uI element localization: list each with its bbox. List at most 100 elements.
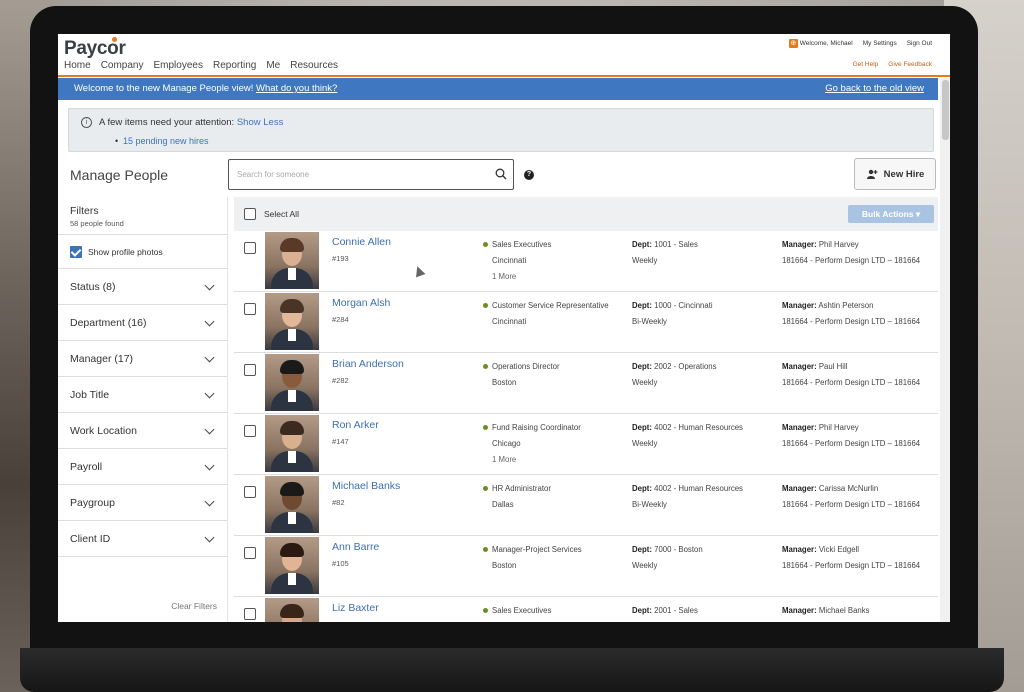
show-photos-checkbox[interactable] bbox=[70, 245, 82, 258]
nav-me[interactable]: Me bbox=[266, 60, 280, 71]
pay-frequency: Weekly bbox=[632, 256, 658, 265]
status-dot-icon bbox=[483, 364, 488, 369]
person-name[interactable]: Michael Banks bbox=[332, 480, 400, 492]
sign-out-link[interactable]: Sign Out bbox=[907, 40, 932, 47]
manager-label: Manager: bbox=[782, 301, 817, 310]
filter-label: Payroll bbox=[70, 460, 103, 473]
profile-photo[interactable] bbox=[265, 354, 319, 411]
my-settings-link[interactable]: My Settings bbox=[863, 40, 897, 47]
paycor-logo[interactable]: Paycor bbox=[64, 38, 126, 60]
manager-label: Manager: bbox=[782, 423, 817, 432]
photo-shirt bbox=[288, 512, 296, 524]
welcome-banner: Welcome to the new Manage People view! W… bbox=[58, 78, 938, 100]
row-checkbox[interactable] bbox=[244, 547, 256, 559]
clear-filters-link[interactable]: Clear Filters bbox=[171, 601, 217, 611]
manager-info: Manager: Phil Harvey 181664 - Perform Des… bbox=[782, 420, 920, 452]
dept-label: Dept: bbox=[632, 301, 652, 310]
table-row[interactable]: Brian Anderson #282 Operations Director Bos… bbox=[234, 353, 938, 414]
filter-client-id[interactable]: Client ID bbox=[58, 521, 227, 557]
filter-label: Paygroup bbox=[70, 496, 115, 509]
filter-manager[interactable]: Manager (17) bbox=[58, 341, 227, 377]
row-checkbox[interactable] bbox=[244, 242, 256, 254]
filters-sidebar: Filters 58 people found Show profile pho… bbox=[58, 197, 228, 622]
dept-value: 4002 - Human Resources bbox=[654, 484, 743, 493]
work-location: Chicago bbox=[492, 439, 521, 448]
give-feedback-link[interactable]: Give Feedback bbox=[888, 61, 932, 68]
manager-info: Manager: Vicki Edgell 181664 - Perform De… bbox=[782, 542, 920, 574]
profile-photo[interactable] bbox=[265, 232, 319, 289]
job-info: HR Administrator Dallas bbox=[483, 481, 551, 513]
filter-job-title[interactable]: Job Title bbox=[58, 377, 227, 413]
profile-photo[interactable] bbox=[265, 293, 319, 350]
person-name[interactable]: Ann Barre bbox=[332, 541, 379, 553]
filter-label: Work Location bbox=[70, 424, 137, 437]
more-link[interactable]: 1 More bbox=[492, 269, 551, 285]
company-value: 181664 - Perform Design LTD – 181664 bbox=[782, 439, 921, 448]
bulk-actions-button[interactable]: Bulk Actions ▾ bbox=[848, 205, 934, 223]
search-icon[interactable] bbox=[495, 168, 507, 180]
feedback-link[interactable]: What do you think? bbox=[256, 83, 337, 94]
select-all[interactable]: Select All bbox=[244, 208, 299, 220]
scrollbar-thumb[interactable] bbox=[942, 80, 949, 140]
table-row[interactable]: Liz Baxter Sales Executives Dept: 2001 - S… bbox=[234, 597, 938, 622]
company-value: 181664 - Perform Design LTD – 181664 bbox=[782, 500, 921, 509]
job-title: Operations Director bbox=[492, 362, 560, 371]
table-row[interactable]: Morgan Alsh #284 Customer Service Represen… bbox=[234, 292, 938, 353]
job-info: Sales Executives bbox=[483, 603, 551, 619]
nav-resources[interactable]: Resources bbox=[290, 60, 338, 71]
page-scrollbar[interactable] bbox=[940, 78, 950, 622]
chevron-down-icon bbox=[204, 532, 215, 542]
nav-reporting[interactable]: Reporting bbox=[213, 60, 256, 71]
filter-payroll[interactable]: Payroll bbox=[58, 449, 227, 485]
job-info: Customer Service Representative Cincinnat… bbox=[483, 298, 609, 330]
row-checkbox[interactable] bbox=[244, 425, 256, 437]
nav-company[interactable]: Company bbox=[101, 60, 144, 71]
company-value: 181664 - Perform Design LTD – 181664 bbox=[782, 317, 921, 326]
person-name[interactable]: Ron Arker bbox=[332, 419, 379, 431]
search-input[interactable] bbox=[237, 160, 477, 188]
person-name[interactable]: Liz Baxter bbox=[332, 602, 379, 614]
table-row[interactable]: Ron Arker #147 Fund Raising Coordinator Chi… bbox=[234, 414, 938, 475]
company-value: 181664 - Perform Design LTD – 181664 bbox=[782, 378, 921, 387]
filter-department[interactable]: Department (16) bbox=[58, 305, 227, 341]
profile-photo[interactable] bbox=[265, 415, 319, 472]
profile-photo[interactable] bbox=[265, 537, 319, 594]
filter-paygroup[interactable]: Paygroup bbox=[58, 485, 227, 521]
filter-status[interactable]: Status (8) bbox=[58, 269, 227, 305]
row-checkbox[interactable] bbox=[244, 303, 256, 315]
nav-home[interactable]: Home bbox=[64, 60, 91, 71]
person-name[interactable]: Connie Allen bbox=[332, 236, 391, 248]
dept-line: Dept: 7000 - Boston bbox=[632, 542, 703, 558]
get-help-link[interactable]: Get Help bbox=[853, 61, 879, 68]
photo-hair bbox=[280, 421, 304, 435]
profile-photo[interactable] bbox=[265, 598, 319, 622]
table-row[interactable]: Connie Allen #193 Sales Executives Cincinna… bbox=[234, 231, 938, 292]
job-title: Fund Raising Coordinator bbox=[492, 423, 581, 432]
row-checkbox[interactable] bbox=[244, 608, 256, 620]
show-less-link[interactable]: Show Less bbox=[237, 117, 283, 128]
person-name[interactable]: Brian Anderson bbox=[332, 358, 404, 370]
select-all-checkbox[interactable] bbox=[244, 208, 256, 220]
row-checkbox[interactable] bbox=[244, 486, 256, 498]
person-id: #284 bbox=[332, 315, 349, 324]
table-row[interactable]: Ann Barre #105 Manager-Project Services Bos… bbox=[234, 536, 938, 597]
person-id: #105 bbox=[332, 559, 349, 568]
manager-line: Manager: Paul Hill bbox=[782, 359, 920, 375]
people-list: Connie Allen #193 Sales Executives Cincinna… bbox=[234, 231, 938, 622]
nav-employees[interactable]: Employees bbox=[154, 60, 203, 71]
row-checkbox[interactable] bbox=[244, 364, 256, 376]
photo-hair bbox=[280, 604, 304, 618]
new-hire-button[interactable]: New Hire bbox=[854, 158, 936, 190]
table-row[interactable]: Michael Banks #82 HR Administrator Dallas De… bbox=[234, 475, 938, 536]
person-name[interactable]: Morgan Alsh bbox=[332, 297, 390, 309]
question-icon[interactable]: ? bbox=[524, 170, 534, 180]
profile-photo[interactable] bbox=[265, 476, 319, 533]
manager-label: Manager: bbox=[782, 545, 817, 554]
show-photos-label: Show profile photos bbox=[88, 246, 163, 257]
show-photos-toggle[interactable]: Show profile photos bbox=[58, 235, 227, 269]
old-view-link[interactable]: Go back to the old view bbox=[825, 78, 924, 100]
status-dot-icon bbox=[483, 608, 488, 613]
pending-hires-link[interactable]: 15 pending new hires bbox=[115, 136, 209, 146]
filter-work-location[interactable]: Work Location bbox=[58, 413, 227, 449]
more-link[interactable]: 1 More bbox=[492, 452, 581, 468]
